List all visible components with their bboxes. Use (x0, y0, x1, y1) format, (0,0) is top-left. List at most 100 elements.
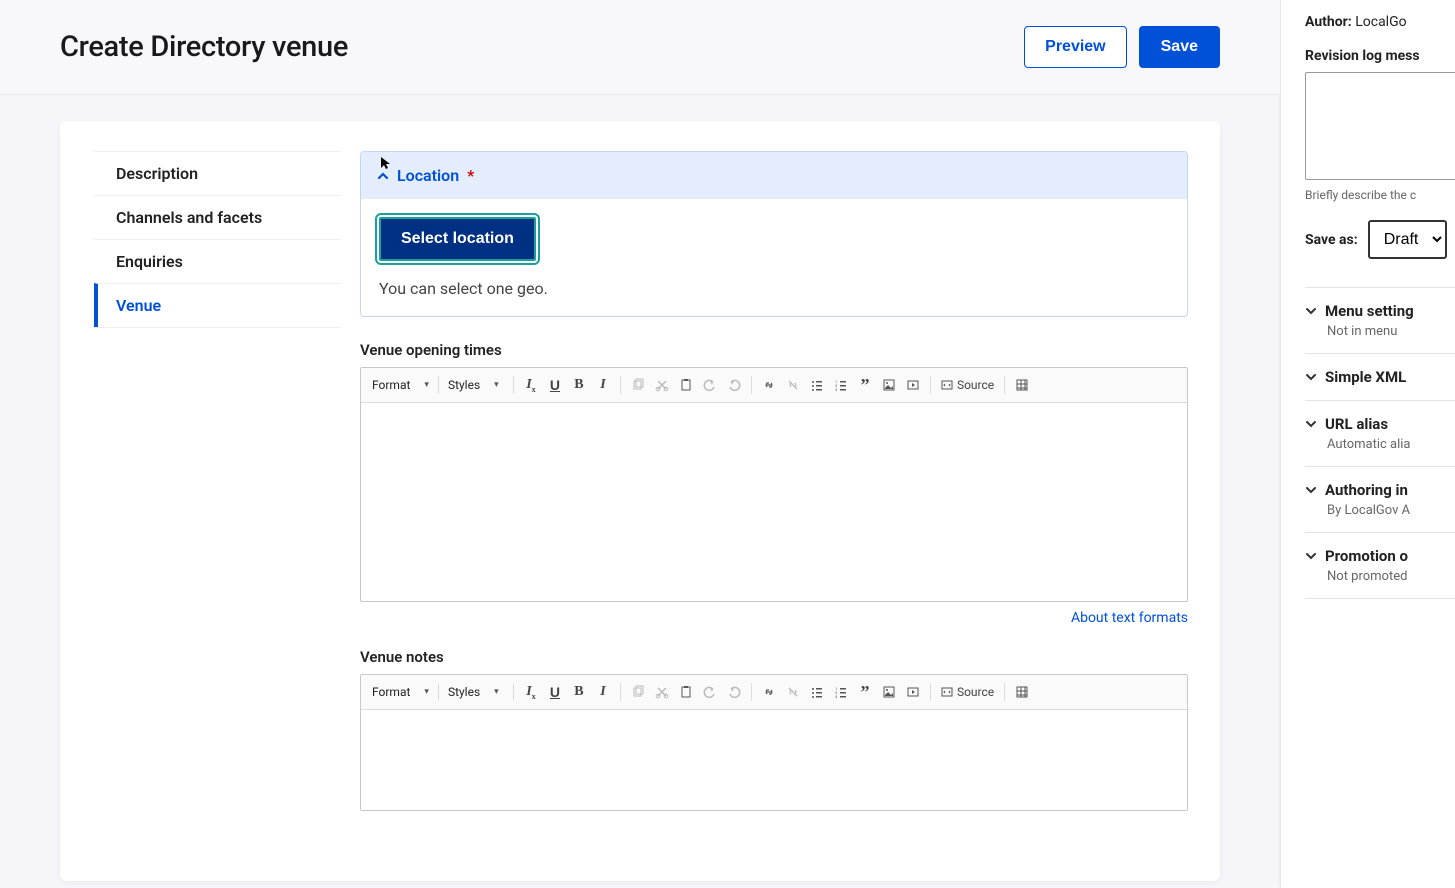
undo-icon[interactable] (699, 374, 721, 396)
toolbar-separator (438, 376, 439, 394)
toolbar-separator (438, 683, 439, 701)
cut-icon[interactable] (651, 374, 673, 396)
table-icon[interactable] (1011, 374, 1033, 396)
location-legend[interactable]: Location * (361, 152, 1187, 199)
revision-log-textarea[interactable] (1305, 72, 1455, 180)
revision-log-hint: Briefly describe the c (1305, 188, 1455, 202)
unlink-icon[interactable] (782, 374, 804, 396)
remove-format-icon[interactable]: Ix (520, 681, 542, 703)
save-button[interactable]: Save (1139, 26, 1220, 68)
venue-notes-textarea[interactable] (361, 710, 1187, 810)
italic-icon[interactable]: I (592, 681, 614, 703)
opening-times-label: Venue opening times (360, 341, 1188, 359)
redo-icon[interactable] (723, 681, 745, 703)
toolbar-separator (930, 376, 931, 394)
paste-icon[interactable] (675, 681, 697, 703)
header-actions: Preview Save (1024, 26, 1220, 68)
underline-icon[interactable]: U (544, 374, 566, 396)
tab-venue[interactable]: Venue (94, 283, 340, 327)
bullet-list-icon[interactable] (806, 681, 828, 703)
chevron-down-icon (1305, 305, 1317, 317)
save-as-row: Save as: Draft (1305, 220, 1455, 259)
italic-icon[interactable]: I (592, 374, 614, 396)
format-select[interactable]: Format (369, 376, 432, 394)
acc-menu-settings[interactable]: Menu setting Not in menu (1305, 288, 1455, 354)
toolbar-separator (1004, 376, 1005, 394)
underline-icon[interactable]: U (544, 681, 566, 703)
copy-icon[interactable] (627, 374, 649, 396)
revision-log-label: Revision log mess (1305, 48, 1455, 64)
preview-button[interactable]: Preview (1024, 26, 1126, 68)
unlink-icon[interactable] (782, 681, 804, 703)
save-as-label: Save as: (1305, 232, 1358, 248)
table-icon[interactable] (1011, 681, 1033, 703)
tab-description[interactable]: Description (94, 151, 340, 195)
chevron-down-icon (1305, 371, 1317, 383)
required-marker: * (467, 166, 474, 185)
page-title: Create Directory venue (60, 30, 1024, 64)
bullet-list-icon[interactable] (806, 374, 828, 396)
chevron-down-icon (1305, 550, 1317, 562)
numbered-list-icon[interactable]: 123 (830, 374, 852, 396)
acc-promotion[interactable]: Promotion o Not promoted (1305, 533, 1455, 599)
svg-text:3: 3 (835, 387, 837, 392)
blockquote-icon[interactable]: ” (854, 681, 876, 703)
link-icon[interactable] (758, 374, 780, 396)
location-hint: You can select one geo. (379, 279, 1169, 298)
format-select[interactable]: Format (369, 683, 432, 701)
toolbar-separator (620, 376, 621, 394)
blockquote-icon[interactable]: ” (854, 374, 876, 396)
tab-enquiries[interactable]: Enquiries (94, 239, 340, 283)
page-header: Create Directory venue Preview Save (0, 0, 1280, 95)
venue-notes-toolbar: Format Styles Ix U B I (361, 675, 1187, 710)
media-icon[interactable] (902, 374, 924, 396)
author-line: Author: LocalGo (1305, 14, 1455, 30)
bold-icon[interactable]: B (568, 374, 590, 396)
select-location-button[interactable]: Select location (379, 217, 536, 261)
link-icon[interactable] (758, 681, 780, 703)
undo-icon[interactable] (699, 681, 721, 703)
media-icon[interactable] (902, 681, 924, 703)
cut-icon[interactable] (651, 681, 673, 703)
location-fieldset: Location * Select location You can selec… (360, 151, 1188, 317)
toolbar-separator (513, 376, 514, 394)
chevron-down-icon (1305, 418, 1317, 430)
remove-format-icon[interactable]: Ix (520, 374, 542, 396)
styles-select[interactable]: Styles (445, 683, 507, 701)
bold-icon[interactable]: B (568, 681, 590, 703)
tab-channels-facets[interactable]: Channels and facets (94, 195, 340, 239)
redo-icon[interactable] (723, 374, 745, 396)
svg-text:3: 3 (835, 694, 837, 699)
toolbar-separator (751, 683, 752, 701)
acc-simple-xml[interactable]: Simple XML (1305, 354, 1455, 401)
chevron-up-icon (377, 170, 389, 182)
image-icon[interactable] (878, 374, 900, 396)
vertical-tabs: Description Channels and facets Enquirie… (94, 151, 340, 328)
location-body: Select location You can select one geo. (361, 199, 1187, 316)
sidebar-accordion: Menu setting Not in menu Simple XML URL … (1305, 287, 1455, 599)
meta-sidebar: Author: LocalGo Revision log mess Briefl… (1280, 0, 1455, 888)
venue-notes-label: Venue notes (360, 648, 1188, 666)
toolbar-separator (1004, 683, 1005, 701)
opening-times-textarea[interactable] (361, 403, 1187, 601)
acc-authoring-info[interactable]: Authoring in By LocalGov A (1305, 467, 1455, 533)
tabs-column: Description Channels and facets Enquirie… (60, 121, 340, 881)
copy-icon[interactable] (627, 681, 649, 703)
paste-icon[interactable] (675, 374, 697, 396)
image-icon[interactable] (878, 681, 900, 703)
save-as-select[interactable]: Draft (1368, 220, 1447, 259)
acc-url-alias[interactable]: URL alias Automatic alia (1305, 401, 1455, 467)
about-formats: About text formats (360, 610, 1188, 626)
numbered-list-icon[interactable]: 123 (830, 681, 852, 703)
toolbar-separator (751, 376, 752, 394)
toolbar-separator (620, 683, 621, 701)
source-button[interactable]: Source (937, 374, 998, 396)
about-formats-link[interactable]: About text formats (1071, 610, 1188, 626)
source-button[interactable]: Source (937, 681, 998, 703)
toolbar-separator (513, 683, 514, 701)
chevron-down-icon (1305, 484, 1317, 496)
form-content: Location * Select location You can selec… (340, 121, 1220, 881)
opening-times-toolbar: Format Styles Ix U B I (361, 368, 1187, 403)
venue-notes-editor: Format Styles Ix U B I (360, 674, 1188, 811)
styles-select[interactable]: Styles (445, 376, 507, 394)
